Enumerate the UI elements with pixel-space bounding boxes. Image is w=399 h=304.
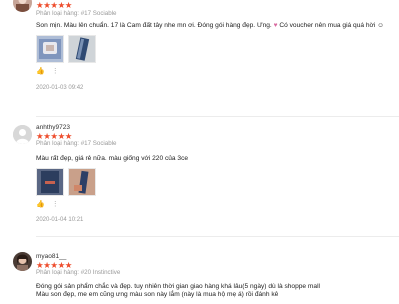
star-icon: ★ [57, 131, 66, 141]
heart-icon: ♥ [273, 22, 278, 29]
more-icon[interactable]: ⋮ [52, 200, 59, 209]
star-icon: ★ [36, 131, 44, 141]
product-variation: Phân loại hàng: #17 Sociable [36, 140, 117, 147]
review-timestamp: 2020-01-04 10:21 [36, 217, 84, 223]
star-icon: ★ [57, 260, 66, 270]
review-photos [36, 168, 393, 196]
review-comment: Son mịn. Màu lên chuẩn. 17 là Cam đất tâ… [36, 21, 393, 30]
star-icon: ★ [43, 131, 51, 141]
star-icon: ★ [64, 0, 73, 10]
review-item: anhthy9723 ★ ★ ★ ★ ★ Phân loại hàng: #17… [0, 121, 399, 231]
review-comment-line: Màu son đẹp, me em cũng ưng màu son này … [36, 291, 279, 298]
star-icon: ★ [43, 260, 51, 270]
review-photos [36, 35, 393, 63]
comment-text-tail: Có voucher nên mua giá quá hời [279, 22, 376, 29]
star-icon: ★ [36, 0, 44, 10]
review-comment: Màu rất đẹp, giá rẻ nữa. màu giống với 2… [36, 155, 189, 162]
star-icon: ★ [50, 260, 58, 270]
review-photo[interactable] [36, 168, 64, 196]
review-item: myao81__ ★ ★ ★ ★ ★ Phân loại hàng: #20 I… [0, 241, 399, 304]
star-icon: ★ [36, 260, 44, 270]
comment-text: Son mịn. Màu lên chuẩn. 17 là Cam đất tâ… [36, 22, 272, 29]
thumbs-up-icon[interactable]: 👍 [36, 200, 45, 209]
star-icon: ★ [64, 131, 73, 141]
avatar[interactable] [13, 125, 32, 144]
thumbs-up-icon[interactable]: 👍 [36, 67, 45, 76]
star-icon: ★ [43, 0, 51, 10]
divider [36, 236, 399, 237]
avatar[interactable] [13, 0, 32, 12]
review-comment-line: Đóng gói sản phẩm chắc và đẹp. tuy nhiên… [36, 283, 321, 290]
star-icon: ★ [57, 0, 66, 10]
rating-stars: ★ ★ ★ ★ ★ [36, 260, 393, 270]
star-icon: ★ [50, 0, 58, 10]
star-icon: ★ [50, 131, 58, 141]
more-icon[interactable]: ⋮ [52, 67, 59, 76]
review-timestamp: 2020-01-03 09:42 [36, 85, 84, 91]
product-variation: Phân loại hàng: #17 Sociable [36, 10, 117, 17]
rating-stars: ★ ★ ★ ★ ★ [36, 131, 393, 141]
review-photo[interactable] [36, 35, 64, 63]
review-actions: 👍 ⋮ [36, 67, 393, 76]
review-photo[interactable] [68, 168, 96, 196]
reviewer-username[interactable]: anhthy9723 [36, 124, 393, 132]
reviewer-username[interactable]: myao81__ [36, 253, 393, 261]
rating-stars: ★ ★ ★ ★ ★ [36, 0, 393, 10]
smile-emoji-icon: ☺ [377, 22, 384, 29]
divider [36, 116, 399, 117]
review-actions: 👍 ⋮ [36, 200, 393, 209]
product-variation: Phân loại hàng: #20 Instinctive [36, 269, 121, 276]
avatar[interactable] [13, 252, 32, 271]
star-icon: ★ [64, 260, 73, 270]
review-photo[interactable] [68, 35, 96, 63]
review-item: ★ ★ ★ ★ ★ Phân loại hàng: #17 Sociable S… [0, 0, 399, 116]
